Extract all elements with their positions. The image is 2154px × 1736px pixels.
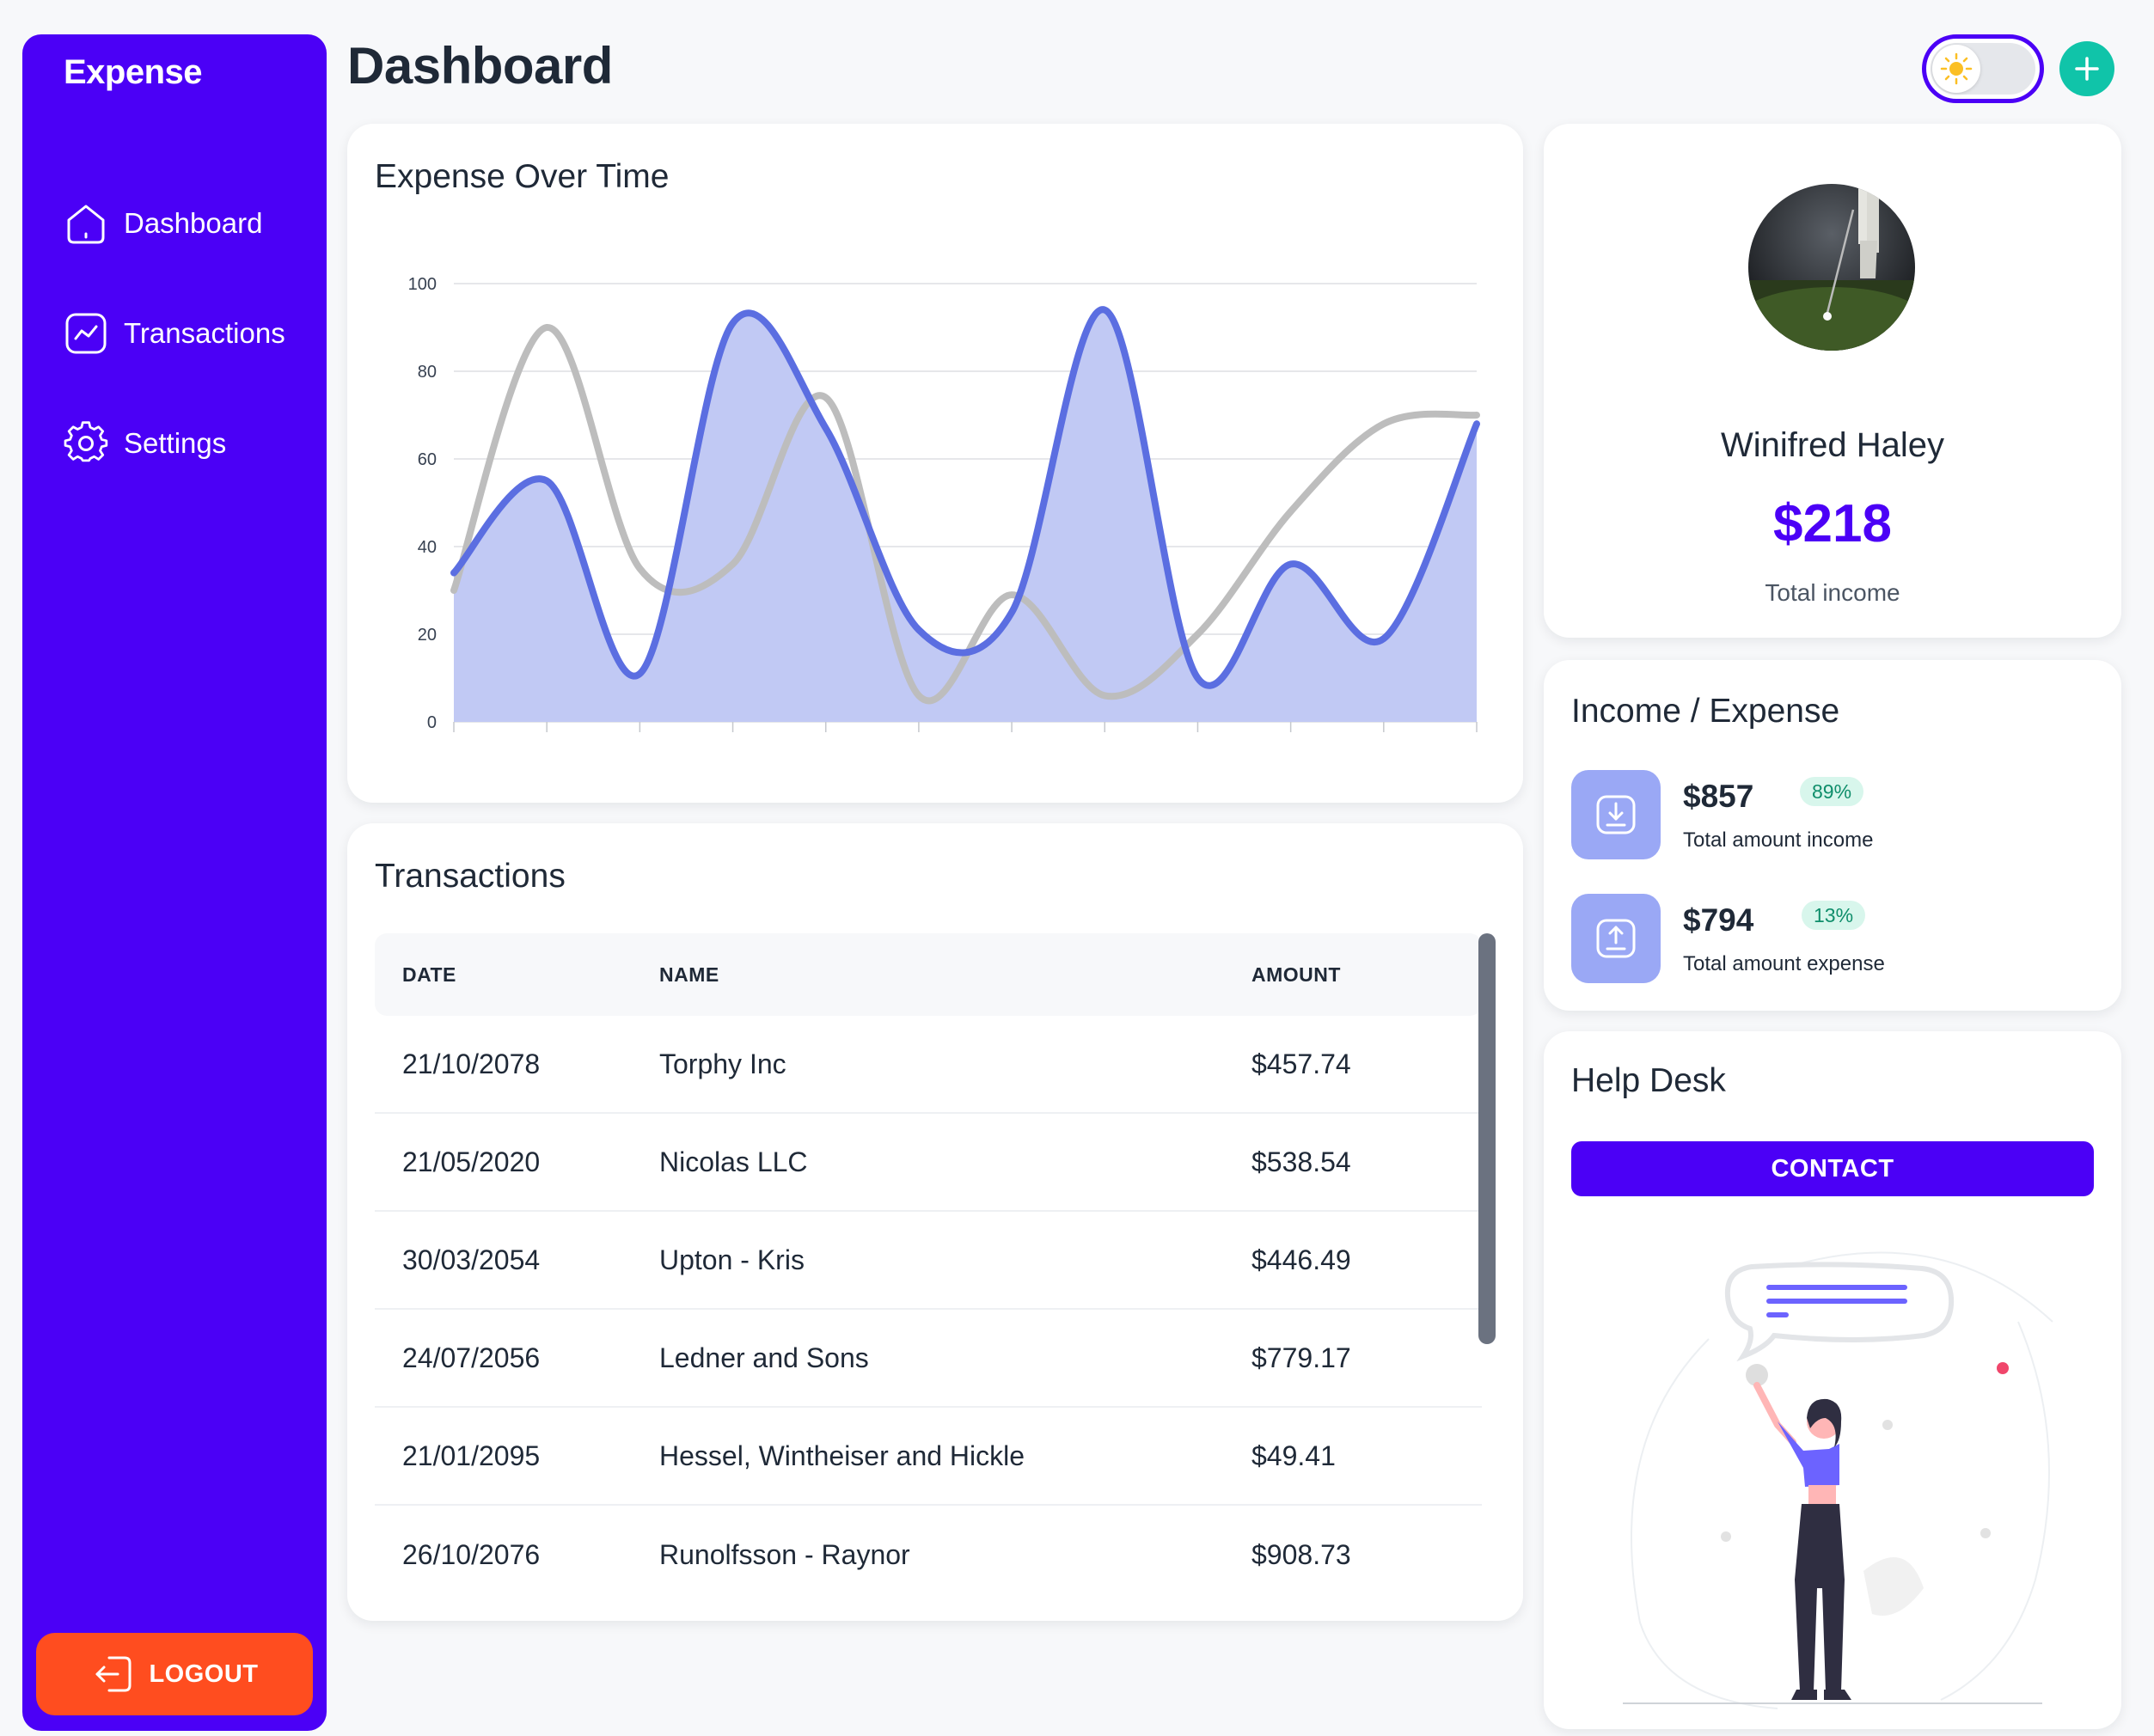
page-title: Dashboard bbox=[347, 37, 613, 95]
table-row[interactable]: 30/03/2054 Upton - Kris $446.49 bbox=[375, 1212, 1482, 1310]
cell-amount: $538.54 bbox=[1251, 1146, 1351, 1177]
cell-amount: $457.74 bbox=[1251, 1048, 1351, 1079]
sidebar-nav: Dashboard Transactions Settings bbox=[22, 168, 327, 498]
cell-name: Runolfsson - Raynor bbox=[659, 1538, 910, 1570]
cell-date: 24/07/2056 bbox=[402, 1342, 541, 1373]
income-expense-card: Income / Expense $857 89% Total amount i… bbox=[1544, 660, 2121, 1011]
column-header-amount: AMOUNT bbox=[1251, 963, 1341, 986]
logout-button[interactable]: LOGOUT bbox=[36, 1633, 313, 1715]
profile-income-amount: $218 bbox=[1773, 494, 1892, 553]
sidebar: Expense Dashboard Transactions Settings … bbox=[22, 34, 327, 1731]
expense-label: Total amount expense bbox=[1683, 952, 1885, 975]
cell-date: 26/10/2076 bbox=[402, 1538, 541, 1570]
download-icon bbox=[1571, 770, 1661, 859]
help-desk-card: Help Desk CONTACT bbox=[1544, 1031, 2121, 1729]
sidebar-item-label: Dashboard bbox=[124, 207, 263, 239]
contact-button[interactable]: CONTACT bbox=[1571, 1141, 2094, 1196]
expense-summary: $794 13% Total amount expense bbox=[1571, 894, 2087, 983]
expense-percent-badge: 13% bbox=[1802, 901, 1866, 930]
transactions-title: Transactions bbox=[375, 858, 566, 895]
trend-icon bbox=[64, 311, 108, 356]
cell-name: Torphy Inc bbox=[659, 1048, 786, 1079]
brand-logo: Expense bbox=[64, 53, 203, 91]
table-row[interactable]: 21/10/2078 Torphy Inc $457.74 bbox=[375, 1016, 1482, 1114]
income-expense-title: Income / Expense bbox=[1571, 693, 1840, 730]
y-tick-label: 100 bbox=[408, 275, 437, 294]
sidebar-item-label: Transactions bbox=[124, 317, 285, 349]
upload-icon bbox=[1571, 894, 1661, 983]
theme-toggle[interactable] bbox=[1922, 34, 2044, 103]
cell-name: Upton - Kris bbox=[659, 1244, 805, 1275]
cell-date: 21/05/2020 bbox=[402, 1146, 541, 1177]
y-tick-label: 0 bbox=[427, 713, 437, 732]
logout-label: LOGOUT bbox=[149, 1660, 259, 1688]
column-header-date: DATE bbox=[402, 963, 456, 986]
y-tick-label: 80 bbox=[418, 363, 437, 382]
logout-icon bbox=[90, 1651, 137, 1697]
sun-icon bbox=[1932, 45, 1980, 93]
sidebar-item-transactions[interactable]: Transactions bbox=[22, 278, 327, 388]
sidebar-item-dashboard[interactable]: Dashboard bbox=[22, 168, 327, 278]
sidebar-item-settings[interactable]: Settings bbox=[22, 388, 327, 498]
expense-amount: $794 bbox=[1683, 902, 1754, 938]
cell-date: 21/01/2095 bbox=[402, 1440, 541, 1471]
income-amount: $857 bbox=[1683, 779, 1754, 814]
help-desk-illustration bbox=[1623, 1251, 2053, 1709]
plus-icon bbox=[2075, 57, 2099, 81]
home-icon bbox=[64, 201, 108, 246]
income-percent-badge: 89% bbox=[1800, 777, 1864, 806]
profile-card: Winifred Haley $218 Total income bbox=[1544, 124, 2121, 638]
cell-name: Ledner and Sons bbox=[659, 1342, 869, 1373]
cell-date: 30/03/2054 bbox=[402, 1244, 541, 1275]
expense-chart-card: Expense Over Time 0 20 40 60 80 100 bbox=[347, 124, 1523, 803]
profile-name: Winifred Haley bbox=[1720, 426, 1945, 464]
income-label: Total amount income bbox=[1683, 828, 1874, 852]
transactions-table: DATE NAME AMOUNT 21/10/2078 Torphy Inc $… bbox=[375, 933, 1482, 1604]
table-scrollbar[interactable] bbox=[1478, 933, 1496, 1344]
table-header: DATE NAME AMOUNT bbox=[375, 933, 1482, 1016]
cell-name: Nicolas LLC bbox=[659, 1146, 808, 1177]
cell-name: Hessel, Wintheiser and Hickle bbox=[659, 1440, 1025, 1471]
cell-amount: $446.49 bbox=[1251, 1244, 1351, 1275]
cell-date: 21/10/2078 bbox=[402, 1048, 541, 1079]
transactions-card: Transactions DATE NAME AMOUNT 21/10/2078… bbox=[347, 823, 1523, 1621]
table-row[interactable]: 26/10/2076 Runolfsson - Raynor $908.73 bbox=[375, 1506, 1482, 1604]
toggle-track bbox=[1931, 43, 2035, 95]
add-button[interactable] bbox=[2059, 41, 2114, 96]
column-header-name: NAME bbox=[659, 963, 719, 986]
profile-income-label: Total income bbox=[1765, 579, 1900, 606]
cell-amount: $49.41 bbox=[1251, 1440, 1336, 1471]
gear-icon bbox=[64, 421, 108, 466]
sidebar-item-label: Settings bbox=[124, 427, 227, 459]
y-tick-label: 20 bbox=[418, 626, 437, 645]
cell-amount: $908.73 bbox=[1251, 1538, 1351, 1570]
y-tick-label: 40 bbox=[418, 538, 437, 557]
help-desk-title: Help Desk bbox=[1571, 1062, 1726, 1099]
income-summary: $857 89% Total amount income bbox=[1571, 770, 2087, 859]
cell-amount: $779.17 bbox=[1251, 1342, 1351, 1373]
table-row[interactable]: 21/05/2020 Nicolas LLC $538.54 bbox=[375, 1114, 1482, 1212]
expense-chart: 0 20 40 60 80 100 bbox=[408, 275, 1480, 732]
table-row[interactable]: 21/01/2095 Hessel, Wintheiser and Hickle… bbox=[375, 1408, 1482, 1506]
y-tick-label: 60 bbox=[418, 450, 437, 469]
avatar[interactable] bbox=[1748, 184, 1915, 351]
table-row[interactable]: 24/07/2056 Ledner and Sons $779.17 bbox=[375, 1310, 1482, 1408]
